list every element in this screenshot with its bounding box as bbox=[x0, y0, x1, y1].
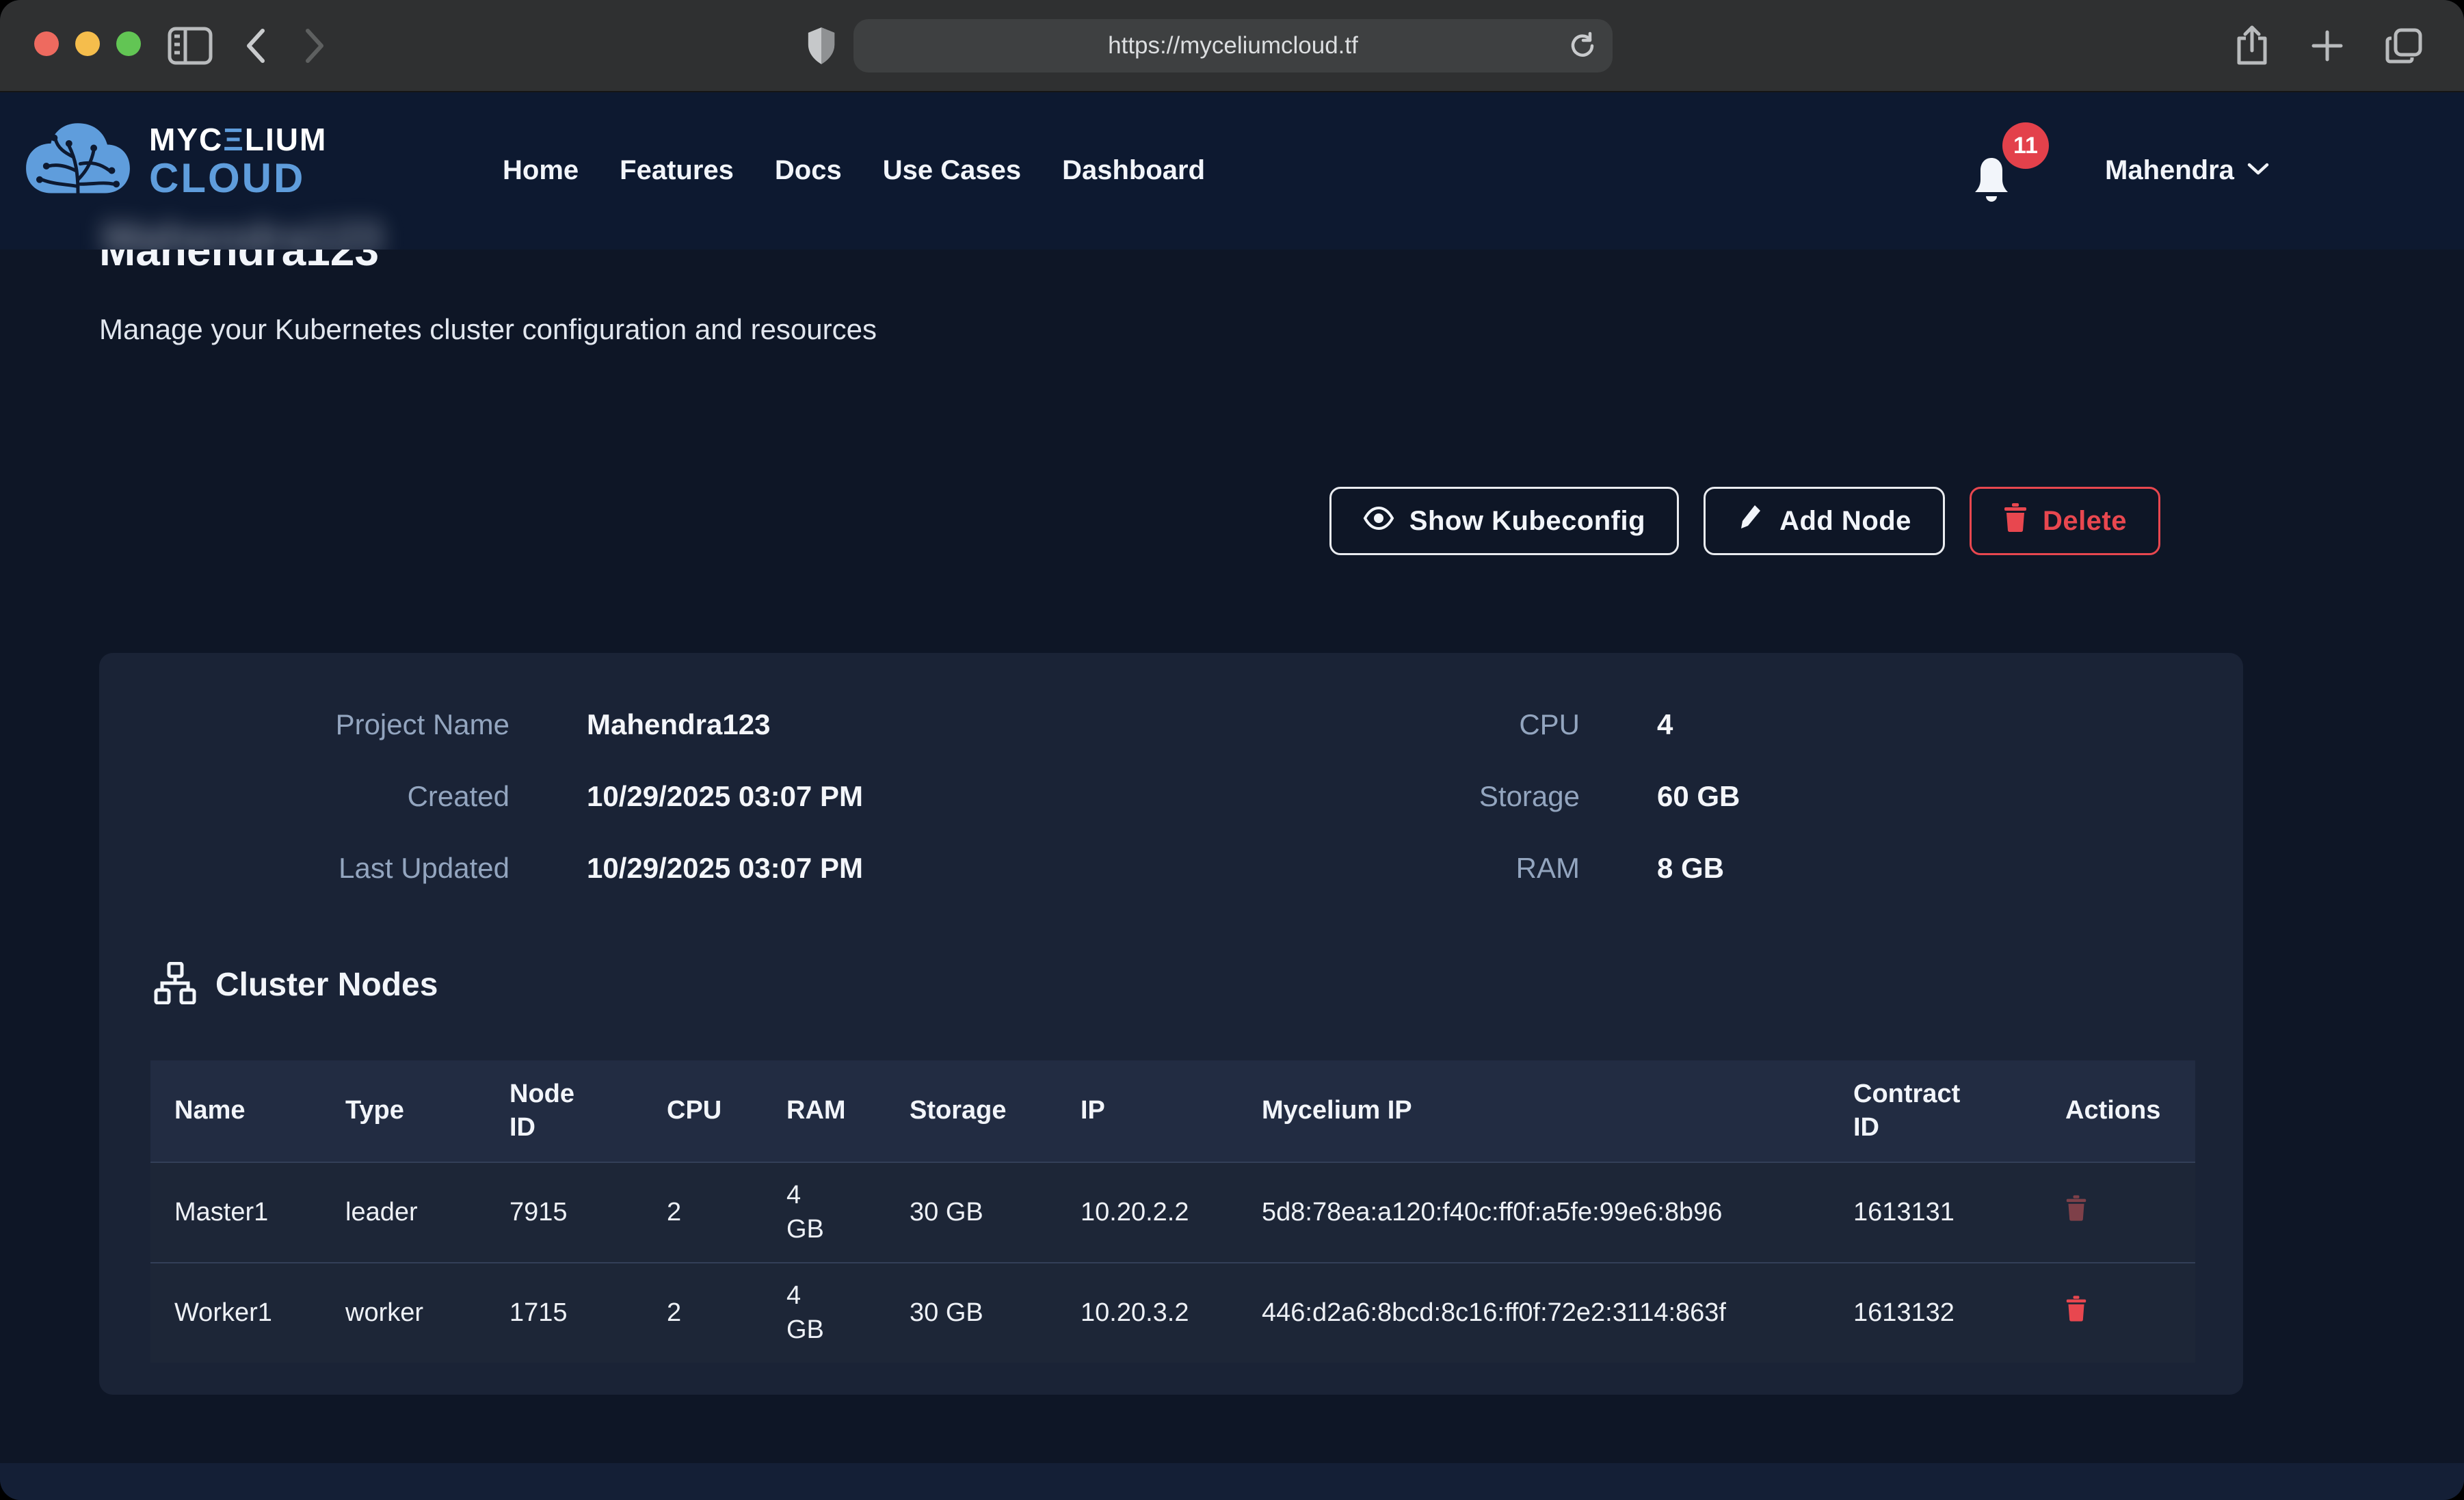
delete-node-button[interactable] bbox=[2065, 1296, 2087, 1324]
node-contract-id: 1613132 bbox=[1829, 1296, 2041, 1330]
new-tab-icon[interactable] bbox=[2309, 28, 2345, 64]
cpu-value: 4 bbox=[1657, 708, 1673, 741]
cluster-info-right: CPU 4 Storage 60 GB RAM 8 GB bbox=[1171, 688, 2242, 904]
table-row: Master1 leader 7915 2 4 GB 30 GB 10.20.2… bbox=[150, 1162, 2195, 1262]
site-header: Mahendra123 bbox=[0, 91, 2464, 250]
browser-window: https://myceliumcloud.tf Mahendra123 bbox=[0, 0, 2464, 1500]
zoom-window-button[interactable] bbox=[116, 31, 141, 56]
created-label: Created bbox=[99, 780, 509, 813]
node-type: worker bbox=[321, 1296, 486, 1330]
col-header-node-id: Node ID bbox=[486, 1077, 643, 1145]
blurred-title-ghost: Mahendra123 bbox=[103, 213, 382, 250]
node-ram: 4 GB bbox=[763, 1279, 886, 1347]
browser-toolbar: https://myceliumcloud.tf bbox=[0, 0, 2464, 92]
last-updated-value: 10/29/2025 03:07 PM bbox=[587, 852, 863, 885]
cluster-nodes-heading: Cluster Nodes bbox=[154, 962, 438, 1008]
node-ip: 10.20.3.2 bbox=[1057, 1296, 1238, 1330]
notification-badge: 11 bbox=[2002, 122, 2049, 169]
col-header-ram: RAM bbox=[763, 1094, 886, 1127]
page-subtitle: Manage your Kubernetes cluster configura… bbox=[99, 313, 877, 346]
brand-wordmark: MYCΞLIUM CLOUD bbox=[149, 124, 327, 199]
nav-docs[interactable]: Docs bbox=[775, 155, 842, 186]
sidebar-toggle-icon[interactable] bbox=[168, 0, 213, 91]
node-mycelium-ip: 446:d2a6:8bcd:8c16:ff0f:72e2:3114:863f bbox=[1238, 1296, 1829, 1330]
add-node-button[interactable]: Add Node bbox=[1704, 487, 1945, 555]
node-name: Worker1 bbox=[150, 1296, 321, 1330]
traffic-lights bbox=[34, 31, 141, 56]
pencil-icon bbox=[1737, 503, 1764, 539]
url-text: https://myceliumcloud.tf bbox=[1108, 32, 1358, 59]
ram-value: 8 GB bbox=[1657, 852, 1724, 885]
created-value: 10/29/2025 03:07 PM bbox=[587, 780, 863, 813]
nav-home[interactable]: Home bbox=[503, 155, 579, 186]
user-menu[interactable]: Mahendra bbox=[2105, 91, 2270, 250]
col-header-contract-id: Contract ID bbox=[1829, 1077, 2041, 1145]
col-header-ip: IP bbox=[1057, 1094, 1238, 1127]
col-header-mycelium-ip: Mycelium IP bbox=[1238, 1094, 1829, 1127]
storage-value: 60 GB bbox=[1657, 780, 1740, 813]
cluster-details-card: Project Name Mahendra123 Created 10/29/2… bbox=[99, 653, 2243, 1395]
cluster-nodes-title: Cluster Nodes bbox=[215, 966, 438, 1004]
bell-icon bbox=[1970, 155, 2013, 209]
logo-stylized-e: Ξ bbox=[223, 122, 245, 157]
address-bar[interactable]: https://myceliumcloud.tf bbox=[853, 19, 1613, 72]
cluster-actions: Show Kubeconfig Add Node Delete bbox=[1329, 487, 2160, 555]
user-name: Mahendra bbox=[2105, 155, 2234, 186]
col-header-name: Name bbox=[150, 1094, 321, 1127]
nav-dashboard[interactable]: Dashboard bbox=[1062, 155, 1205, 186]
reload-icon[interactable] bbox=[1567, 31, 1598, 61]
tab-overview-icon[interactable] bbox=[2385, 26, 2424, 66]
minimize-window-button[interactable] bbox=[75, 31, 100, 56]
cpu-label: CPU bbox=[1171, 708, 1580, 741]
network-icon bbox=[154, 962, 196, 1008]
cluster-nodes-table: Name Type Node ID CPU RAM Storage IP Myc… bbox=[150, 1060, 2195, 1363]
show-kubeconfig-button[interactable]: Show Kubeconfig bbox=[1329, 487, 1679, 555]
storage-label: Storage bbox=[1171, 780, 1580, 813]
col-header-cpu: CPU bbox=[643, 1094, 763, 1127]
node-name: Master1 bbox=[150, 1196, 321, 1229]
node-ram: 4 GB bbox=[763, 1179, 886, 1246]
project-name-value: Mahendra123 bbox=[587, 708, 770, 741]
nav-features[interactable]: Features bbox=[620, 155, 734, 186]
mycelium-cloud-logo-icon bbox=[21, 114, 135, 208]
forward-button-icon[interactable] bbox=[305, 0, 326, 91]
chevron-down-icon bbox=[2247, 161, 2270, 180]
col-header-type: Type bbox=[321, 1094, 486, 1127]
main-nav: Home Features Docs Use Cases Dashboard bbox=[503, 91, 1205, 250]
table-header-row: Name Type Node ID CPU RAM Storage IP Myc… bbox=[150, 1060, 2195, 1162]
eye-icon bbox=[1363, 506, 1394, 537]
node-ip: 10.20.2.2 bbox=[1057, 1196, 1238, 1229]
last-updated-label: Last Updated bbox=[99, 852, 509, 885]
node-type: leader bbox=[321, 1196, 486, 1229]
nav-use-cases[interactable]: Use Cases bbox=[883, 155, 1021, 186]
privacy-shield-icon[interactable] bbox=[806, 0, 837, 91]
close-window-button[interactable] bbox=[34, 31, 59, 56]
node-id: 1715 bbox=[486, 1296, 643, 1330]
ram-label: RAM bbox=[1171, 852, 1580, 885]
cluster-info-left: Project Name Mahendra123 Created 10/29/2… bbox=[99, 688, 1171, 904]
node-storage: 30 GB bbox=[886, 1296, 1057, 1330]
node-cpu: 2 bbox=[643, 1196, 763, 1229]
node-contract-id: 1613131 bbox=[1829, 1196, 2041, 1229]
table-row: Worker1 worker 1715 2 4 GB 30 GB 10.20.3… bbox=[150, 1262, 2195, 1363]
back-button-icon[interactable] bbox=[245, 0, 265, 91]
project-name-label: Project Name bbox=[99, 708, 509, 741]
brand-logo[interactable]: MYCΞLIUM CLOUD bbox=[21, 114, 327, 208]
delete-node-button[interactable] bbox=[2065, 1195, 2087, 1223]
footer-strip bbox=[0, 1463, 2464, 1500]
notifications-button[interactable]: 11 bbox=[1970, 128, 2058, 217]
trash-icon bbox=[2003, 503, 2028, 539]
share-icon[interactable] bbox=[2234, 25, 2270, 67]
node-cpu: 2 bbox=[643, 1296, 763, 1330]
col-header-storage: Storage bbox=[886, 1094, 1057, 1127]
node-storage: 30 GB bbox=[886, 1196, 1057, 1229]
delete-cluster-button[interactable]: Delete bbox=[1970, 487, 2160, 555]
node-mycelium-ip: 5d8:78ea:a120:f40c:ff0f:a5fe:99e6:8b96 bbox=[1238, 1196, 1829, 1229]
col-header-actions: Actions bbox=[2041, 1094, 2195, 1127]
node-id: 7915 bbox=[486, 1196, 643, 1229]
